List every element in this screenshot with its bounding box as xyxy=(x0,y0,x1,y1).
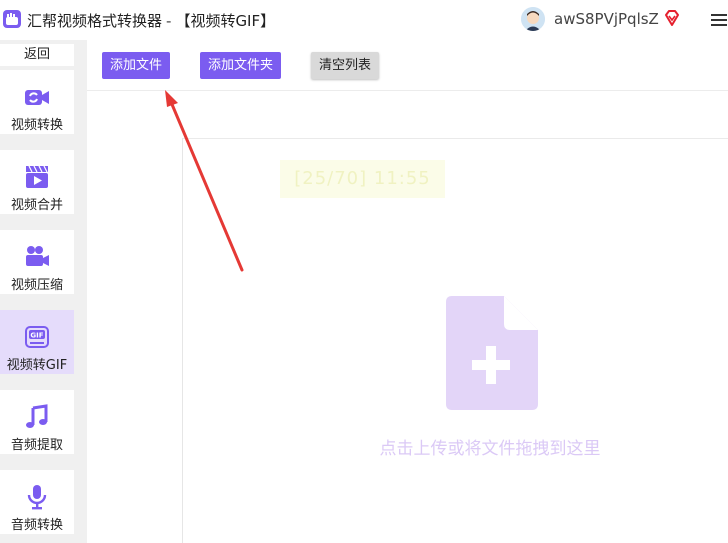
username[interactable]: awS8PVjPqlsZ xyxy=(554,10,659,28)
sidebar-item-audio-convert[interactable]: 音频转换 xyxy=(0,470,74,534)
overlay-watermark: [25/70] 11:55 xyxy=(280,160,445,198)
sidebar-item-video-merge[interactable]: 视频合并 xyxy=(0,150,74,214)
sidebar-item-label: 视频合并 xyxy=(10,198,63,213)
toolbar: 添加文件 添加文件夹 清空列表 xyxy=(87,40,728,91)
sidebar-item-video-convert[interactable]: 视频转换 xyxy=(0,70,74,134)
hamburger-menu-icon[interactable] xyxy=(710,12,728,32)
sidebar-item-video-to-gif[interactable]: GIF 视频转GIF xyxy=(0,310,74,374)
video-merge-icon xyxy=(24,164,50,190)
sidebar: 返回 视频转换 视频合并 视频压缩 GIF 视频转GIF 音频提取 音频转换 xyxy=(0,40,87,543)
sidebar-item-label: 视频压缩 xyxy=(10,278,63,293)
sidebar-item-label: 视频转换 xyxy=(10,118,63,133)
list-header-divider xyxy=(182,138,728,139)
title-bar: 汇帮视频格式转换器 - 【视频转GIF】 awS8PVjPqlsZ xyxy=(0,0,728,41)
add-file-dropzone-icon[interactable] xyxy=(446,296,538,416)
app-mode: 【视频转GIF】 xyxy=(175,12,276,30)
vip-diamond-icon[interactable] xyxy=(663,9,681,31)
sidebar-item-label: 音频转换 xyxy=(10,518,63,533)
sidebar-item-label: 视频转GIF xyxy=(6,358,68,373)
dropzone-hint[interactable]: 点击上传或将文件拖拽到这里 xyxy=(360,434,620,459)
gif-icon: GIF xyxy=(24,324,50,350)
app-logo-icon xyxy=(3,10,21,28)
clear-list-button[interactable]: 清空列表 xyxy=(311,52,379,79)
back-button[interactable]: 返回 xyxy=(0,44,74,66)
sidebar-item-label: 音频提取 xyxy=(10,438,63,453)
app-name: 汇帮视频格式转换器 xyxy=(27,12,163,30)
svg-text:GIF: GIF xyxy=(30,332,43,340)
window-title: 汇帮视频格式转换器 - 【视频转GIF】 xyxy=(27,10,275,31)
avatar[interactable] xyxy=(521,7,545,31)
list-left-divider xyxy=(182,138,183,543)
sidebar-item-audio-extract[interactable]: 音频提取 xyxy=(0,390,74,454)
add-file-button[interactable]: 添加文件 xyxy=(102,52,170,79)
microphone-icon xyxy=(24,484,50,510)
music-note-icon xyxy=(24,404,50,430)
title-separator: - xyxy=(166,12,172,30)
video-convert-icon xyxy=(24,84,50,110)
add-folder-button[interactable]: 添加文件夹 xyxy=(200,52,281,79)
sidebar-item-video-compress[interactable]: 视频压缩 xyxy=(0,230,74,294)
video-compress-icon xyxy=(24,244,50,270)
